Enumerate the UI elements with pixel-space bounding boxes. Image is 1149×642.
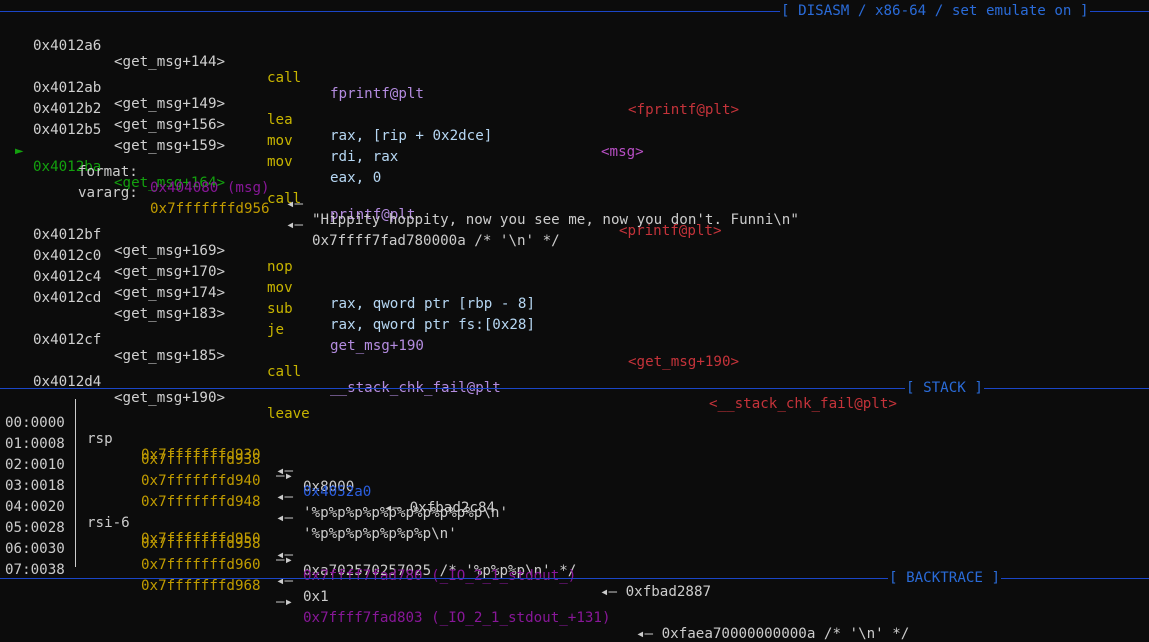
arg-value: 0x404080 (msg) — [150, 180, 270, 196]
instr-symbol: <get_msg+170> — [114, 264, 226, 280]
stack-register: rsp — [87, 431, 113, 447]
instr-address: 0x4012cd — [33, 290, 102, 306]
instr-address: 0x4012b5 — [33, 122, 102, 138]
instr-operands: rax, qword ptr [rbp - 8] — [330, 296, 535, 312]
stack-column-divider — [75, 399, 76, 567]
instr-operands: eax, 0 — [330, 170, 382, 186]
stack-value: '%p%p%p%p%p%p%p\n' — [303, 526, 457, 542]
stack-value: ◂— 0xfbad2887 — [600, 584, 712, 600]
stack-value: ◂— 0xfaea70000000000a /* '\n' */ — [636, 626, 910, 642]
arg-deref: 0x7ffff7fad780000a /* '\n' */ — [312, 233, 560, 249]
stack-arrow: ◂— — [276, 510, 294, 526]
arg-arrow: ◂— — [286, 196, 304, 212]
instr-symbol: <get_msg+169> — [114, 243, 226, 259]
stack-index: 07:0038 — [5, 562, 65, 578]
stack-address: 0x7fffffffd948 — [141, 494, 261, 510]
instr-symbol: <get_msg+144> — [114, 54, 226, 70]
stack-value: '%p%p%p%p%p%p%p%p%p%p\n' — [303, 505, 508, 521]
stack-arrow: ◂— — [276, 489, 294, 505]
instr-address: 0x4012b2 — [33, 101, 102, 117]
instr-mnemonic: mov — [267, 154, 293, 170]
instr-address: 0x4012bf — [33, 227, 102, 243]
instr-address: 0x4012ab — [33, 80, 102, 96]
stack-arrow: ◂— — [276, 573, 294, 589]
stack-pointer-target: 0x7ffff7fad803 (_IO_2_1_stdout_+131) — [303, 610, 611, 626]
instr-symbol: <get_msg+190> — [114, 390, 226, 406]
instr-mnemonic: call — [267, 70, 302, 86]
stack-address: 0x7fffffffd938 — [141, 452, 261, 468]
stack-pointer-target: 0x7ffff7fad780 (_IO_2_1_stdout_) — [303, 568, 577, 584]
arg-label: vararg: — [78, 185, 138, 201]
instr-mnemonic: mov — [267, 280, 293, 296]
stack-row[interactable]: 07:0038 0x7fffffffd968 —▸ 0x7ffff7fad803… — [0, 546, 909, 642]
instr-mnemonic: leave — [267, 406, 310, 422]
arg-label: format: — [78, 164, 138, 180]
disasm-separator-end — [1107, 11, 1149, 12]
instr-mnemonic: mov — [267, 133, 293, 149]
instr-operands: rdi, rax — [330, 149, 399, 165]
instr-symbol: <get_msg+185> — [114, 348, 226, 364]
instr-operands: rax, [rip + 0x2dce] — [330, 128, 493, 144]
stack-address: 0x7fffffffd958 — [141, 536, 261, 552]
stack-title: [ STACK ] — [905, 378, 984, 399]
arg-value: 0x7fffffffd956 — [150, 201, 270, 217]
instr-symbol: <get_msg+159> — [114, 138, 226, 154]
instr-address: 0x4012c4 — [33, 269, 102, 285]
instr-operands: rax, qword ptr fs:[0x28] — [330, 317, 535, 333]
instr-address: 0x4012c0 — [33, 248, 102, 264]
stack-value: 0x1 — [303, 589, 329, 605]
instr-operands: get_msg+190 — [330, 338, 424, 354]
stack-address: 0x7fffffffd968 — [141, 578, 261, 594]
instr-mnemonic: sub — [267, 301, 293, 317]
instr-annotation: <fprintf@plt> — [628, 102, 740, 118]
instr-mnemonic: je — [267, 322, 285, 338]
instr-annotation: <msg> — [601, 144, 644, 160]
instr-symbol: <get_msg+174> — [114, 285, 226, 301]
stack-arrow: —▸ — [276, 594, 294, 610]
instr-symbol: <get_msg+183> — [114, 306, 226, 322]
disasm-title: [ DISASM / x86-64 / set emulate on ] — [780, 1, 1090, 22]
stack-register: rsi-6 — [87, 515, 130, 531]
backtrace-title: [ BACKTRACE ] — [888, 568, 1002, 589]
stack-arrow: —▸ — [276, 552, 294, 568]
stack-address: 0x7fffffffd940 — [141, 473, 261, 489]
instr-operands: fprintf@plt — [330, 86, 424, 102]
instr-mnemonic: call — [267, 364, 302, 380]
instr-annotation: <__stack_chk_fail@plt> — [709, 396, 897, 412]
instr-mnemonic: lea — [267, 112, 293, 128]
instr-address: 0x4012a6 — [33, 38, 102, 54]
stack-arrow: —▸ — [276, 468, 294, 484]
arg-arrow: ◂— — [286, 217, 304, 233]
arg-deref: "Hippity hoppity, now you see me, now yo… — [312, 212, 799, 228]
instr-annotation: <get_msg+190> — [628, 354, 740, 370]
instr-address: 0x4012cf — [33, 332, 102, 348]
stack-address: 0x7fffffffd960 — [141, 557, 261, 573]
instr-symbol: <get_msg+156> — [114, 117, 226, 133]
stack-pointer-target: 0x4052a0 — [303, 484, 372, 500]
instr-symbol: <get_msg+149> — [114, 96, 226, 112]
instr-mnemonic: nop — [267, 259, 293, 275]
